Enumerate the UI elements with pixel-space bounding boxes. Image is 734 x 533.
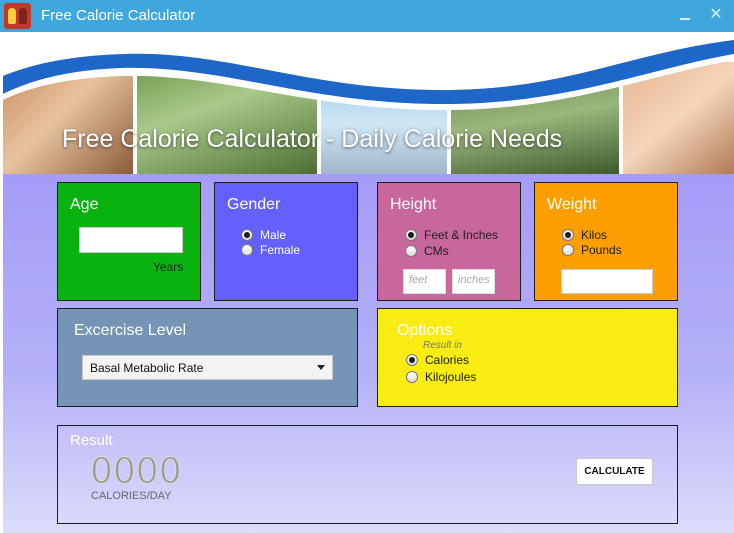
weight-panel: Weight Kilos Pounds: [534, 182, 678, 301]
age-heading: Age: [70, 196, 99, 213]
weight-pounds-radio[interactable]: [562, 244, 574, 256]
unit-calories-option[interactable]: Calories: [406, 353, 469, 367]
result-in-label: Result in: [423, 340, 462, 351]
height-feet-inches-label: Feet & Inches: [424, 228, 499, 242]
weight-input[interactable]: [561, 269, 653, 294]
unit-kilojoules-radio[interactable]: [406, 371, 418, 383]
unit-kilojoules-label: Kilojoules: [425, 370, 477, 384]
gender-male-label: Male: [260, 228, 287, 242]
exercise-level-select[interactable]: Basal Metabolic Rate: [82, 355, 333, 380]
window-title: Free Calorie Calculator: [41, 7, 196, 24]
calculate-button[interactable]: CALCULATE: [576, 458, 653, 485]
feet-input[interactable]: feet: [403, 269, 446, 294]
height-feet-inches-option[interactable]: Feet & Inches: [405, 228, 498, 242]
exercise-panel: Excercise Level Basal Metabolic Rate: [57, 308, 358, 407]
weight-kilos-option[interactable]: Kilos: [562, 228, 607, 242]
result-panel: Result 0000 CALORIES/DAY CALCULATE: [57, 425, 678, 524]
age-input[interactable]: [79, 227, 183, 253]
height-cms-radio[interactable]: [405, 245, 417, 257]
weight-pounds-option[interactable]: Pounds: [562, 243, 622, 257]
chevron-down-icon: [317, 365, 325, 370]
unit-calories-radio[interactable]: [406, 354, 418, 366]
minimize-button[interactable]: [678, 6, 692, 24]
gender-female-label: Female: [260, 243, 301, 257]
app-logo-icon: [4, 3, 31, 29]
gender-panel: Gender Male Female: [214, 182, 358, 301]
height-cms-label: CMs: [424, 244, 449, 258]
gender-heading: Gender: [227, 196, 281, 213]
gender-male-radio[interactable]: [241, 229, 253, 241]
height-heading: Height: [390, 196, 437, 213]
inches-input[interactable]: inches: [452, 269, 495, 294]
weight-heading: Weight: [547, 196, 597, 213]
title-bar: Free Calorie Calculator ✕: [0, 0, 734, 32]
gender-female-radio[interactable]: [241, 244, 253, 256]
result-heading: Result: [70, 432, 113, 449]
age-panel: Age Years: [57, 182, 201, 301]
header-banner: Free Calorie Calculator - Daily Calorie …: [3, 32, 734, 174]
weight-kilos-radio[interactable]: [562, 229, 574, 241]
weight-kilos-label: Kilos: [581, 228, 608, 242]
close-button[interactable]: ✕: [708, 5, 724, 25]
banner-title: Free Calorie Calculator - Daily Calorie …: [62, 125, 563, 153]
gender-male-option[interactable]: Male: [241, 228, 286, 242]
exercise-level-value: Basal Metabolic Rate: [90, 361, 204, 375]
result-value: 0000: [90, 451, 183, 493]
unit-calories-label: Calories: [425, 353, 470, 367]
options-heading: Options: [397, 322, 453, 339]
gender-female-option[interactable]: Female: [241, 243, 300, 257]
height-panel: Height Feet & Inches CMs feet inches: [377, 182, 521, 301]
options-panel: Options Result in Calories Kilojoules: [377, 308, 678, 407]
main-content: Age Years Gender Male Female Height Feet…: [3, 174, 734, 533]
exercise-heading: Excercise Level: [74, 322, 187, 339]
age-unit-label: Years: [153, 260, 184, 274]
unit-kilojoules-option[interactable]: Kilojoules: [406, 370, 476, 384]
height-cms-option[interactable]: CMs: [405, 244, 449, 258]
banner-wave-graphic: [3, 32, 734, 111]
height-feet-inches-radio[interactable]: [405, 229, 417, 241]
weight-pounds-label: Pounds: [581, 243, 622, 257]
result-unit-label: CALORIES/DAY: [91, 490, 172, 502]
